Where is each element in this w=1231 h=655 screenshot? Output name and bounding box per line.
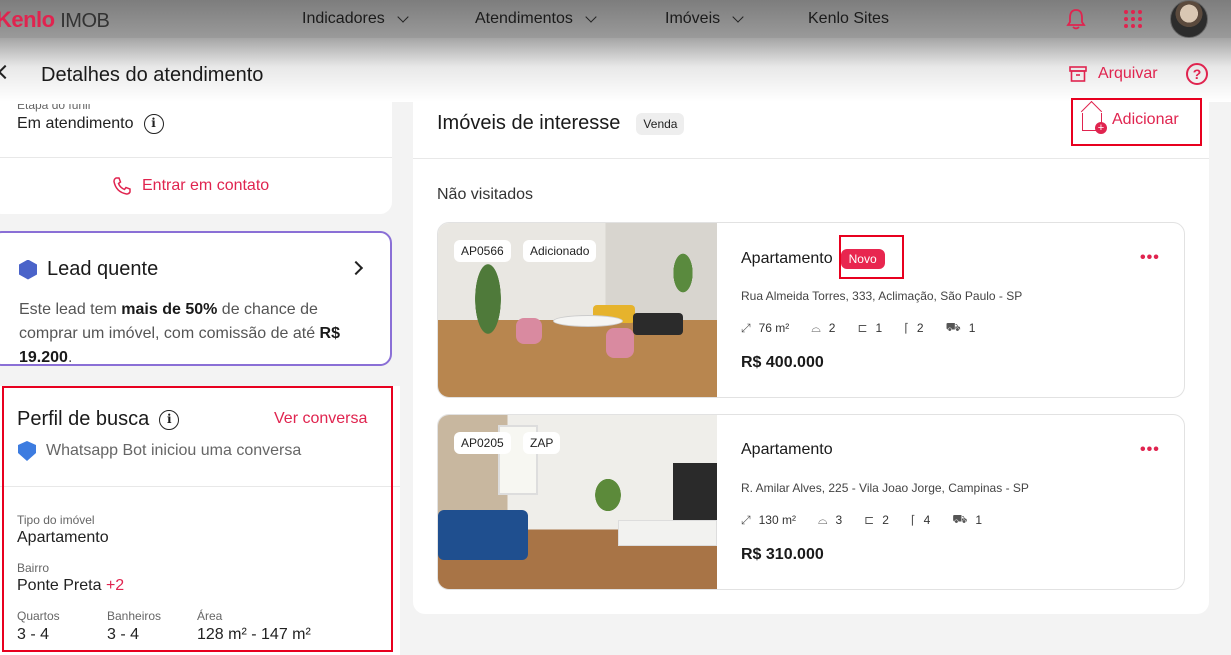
nav-kenlo-sites[interactable]: Kenlo Sites <box>808 10 889 28</box>
nav-atendimentos[interactable]: Atendimentos <box>475 10 597 28</box>
bell-icon[interactable] <box>1066 8 1086 30</box>
add-house-icon <box>1082 113 1107 134</box>
property-features: ⤢ 130 m² ⌓ 3 ⊏ 2 ⌈ 4 ⛟ 1 <box>741 512 983 527</box>
lead-card[interactable]: Lead quente Este lead tem mais de 50% de… <box>0 231 392 366</box>
help-icon[interactable]: ? <box>1186 63 1208 85</box>
property-price: R$ 310.000 <box>741 546 824 563</box>
more-neighborhoods-badge[interactable]: +2 <box>106 577 124 594</box>
stage-value-text: Em atendimento <box>17 115 134 132</box>
status-tag: Adicionado <box>523 240 597 262</box>
logo-brand: Kenlo <box>0 7 55 32</box>
archive-icon <box>1069 66 1087 82</box>
property-code-tag: AP0566 <box>454 240 511 262</box>
car-icon: ⛟ <box>945 320 961 334</box>
bathrooms-label: Banheiros <box>107 609 162 623</box>
property-price: R$ 400.000 <box>741 354 824 371</box>
info-icon[interactable]: i <box>143 114 164 134</box>
property-code-tag: AP0205 <box>454 432 511 454</box>
contact-button[interactable]: Entrar em contato <box>112 176 269 196</box>
profile-title-text: Perfil de busca <box>17 408 150 430</box>
top-navigation: Kenlo IMOB Indicadores Atendimentos Imóv… <box>0 0 1231 38</box>
area-icon: ⤢ <box>741 512 751 527</box>
area-value: 128 m² - 147 m² <box>197 626 311 643</box>
property-card[interactable]: AP0566 Adicionado Apartamento Novo ••• R… <box>437 222 1185 398</box>
bot-status-text: Whatsapp Bot iniciou uma conversa <box>46 442 302 459</box>
nav-label: Imóveis <box>665 10 721 27</box>
suite-icon: ⌈ <box>910 513 916 527</box>
panel-title-text: Imóveis de interesse <box>437 112 621 134</box>
bath-icon: ⊏ <box>857 321 868 335</box>
property-features: ⤢ 76 m² ⌓ 2 ⊏ 1 ⌈ 2 ⛟ 1 <box>741 320 976 335</box>
nav-imoveis[interactable]: Imóveis <box>665 10 744 28</box>
search-profile-card: Perfil de busca i Ver conversa Whatsapp … <box>0 386 400 655</box>
view-conversation-link[interactable]: Ver conversa <box>274 410 367 428</box>
lead-description: Este lead tem mais de 50% de chance de c… <box>19 301 340 366</box>
neighborhood-label: Bairro <box>17 561 50 575</box>
page-header: Detalhes do atendimento Arquivar ? <box>0 38 1231 102</box>
property-type-value: Apartamento <box>17 529 109 546</box>
car-icon: ⛟ <box>952 512 968 526</box>
property-type: Apartamento Novo <box>741 249 885 269</box>
back-arrow-icon[interactable] <box>0 64 13 80</box>
nav-label: Indicadores <box>302 10 385 27</box>
neighborhood-value: Ponte Preta +2 <box>17 577 125 594</box>
bed-icon: ⌓ <box>811 320 821 335</box>
bot-status: Whatsapp Bot iniciou uma conversa <box>18 441 301 461</box>
stage-card: Etapa do funil Em atendimento i Entrar e… <box>0 102 392 214</box>
properties-panel: Imóveis de interesse Venda Adicionar Não… <box>413 98 1209 614</box>
info-icon[interactable]: i <box>159 409 180 430</box>
kenlo-logo[interactable]: Kenlo IMOB <box>0 7 110 33</box>
nav-indicadores[interactable]: Indicadores <box>302 10 409 28</box>
archive-button[interactable]: Arquivar <box>1068 64 1158 84</box>
not-visited-heading: Não visitados <box>437 186 534 203</box>
property-type-label: Tipo do imóvel <box>17 513 95 527</box>
nav-label: Atendimentos <box>475 10 573 27</box>
chevron-down-icon <box>732 11 744 23</box>
area-label: Área <box>197 609 223 623</box>
area-icon: ⤢ <box>741 320 751 335</box>
page-title: Detalhes do atendimento <box>41 64 264 86</box>
bathrooms-value: 3 - 4 <box>107 626 140 643</box>
bed-icon: ⌓ <box>817 512 828 527</box>
property-card[interactable]: AP0205 ZAP Apartamento ••• R. Amilar Alv… <box>437 414 1185 590</box>
divider <box>0 486 400 487</box>
more-options-icon[interactable]: ••• <box>1140 249 1160 267</box>
logo-suffix: IMOB <box>60 10 110 32</box>
divider <box>0 157 392 158</box>
bedrooms-value: 3 - 4 <box>17 626 50 643</box>
archive-label: Arquivar <box>1098 65 1158 82</box>
stage-value: Em atendimento i <box>17 114 164 134</box>
lead-title-text: Lead quente <box>47 258 159 280</box>
divider <box>413 158 1209 159</box>
property-type: Apartamento <box>741 441 833 458</box>
phone-icon <box>113 177 131 195</box>
nav-label: Kenlo Sites <box>808 10 889 27</box>
contact-label: Entrar em contato <box>142 177 270 194</box>
chevron-down-icon <box>585 11 597 23</box>
add-label: Adicionar <box>1112 111 1179 128</box>
user-avatar[interactable] <box>1170 0 1208 38</box>
chevron-down-icon <box>397 11 409 23</box>
lead-title: Lead quente <box>19 258 158 281</box>
add-property-button[interactable]: Adicionar <box>1082 109 1179 134</box>
bath-icon: ⊏ <box>864 513 875 527</box>
more-options-icon[interactable]: ••• <box>1140 441 1160 459</box>
new-badge: Novo <box>840 249 885 269</box>
chevron-right-icon[interactable] <box>348 260 364 276</box>
panel-title: Imóveis de interesse Venda <box>437 112 685 135</box>
lead-badge-icon <box>19 259 37 280</box>
verified-shield-icon <box>18 441 36 461</box>
bedrooms-label: Quartos <box>17 609 60 623</box>
property-address: Rua Almeida Torres, 333, Aclimação, São … <box>741 289 1023 303</box>
suite-icon: ⌈ <box>904 321 909 335</box>
source-tag: ZAP <box>523 432 561 454</box>
profile-title: Perfil de busca i <box>17 408 180 431</box>
sale-chip: Venda <box>636 112 685 135</box>
apps-grid-icon[interactable] <box>1124 10 1142 28</box>
property-address: R. Amilar Alves, 225 - Vila Joao Jorge, … <box>741 481 1029 495</box>
